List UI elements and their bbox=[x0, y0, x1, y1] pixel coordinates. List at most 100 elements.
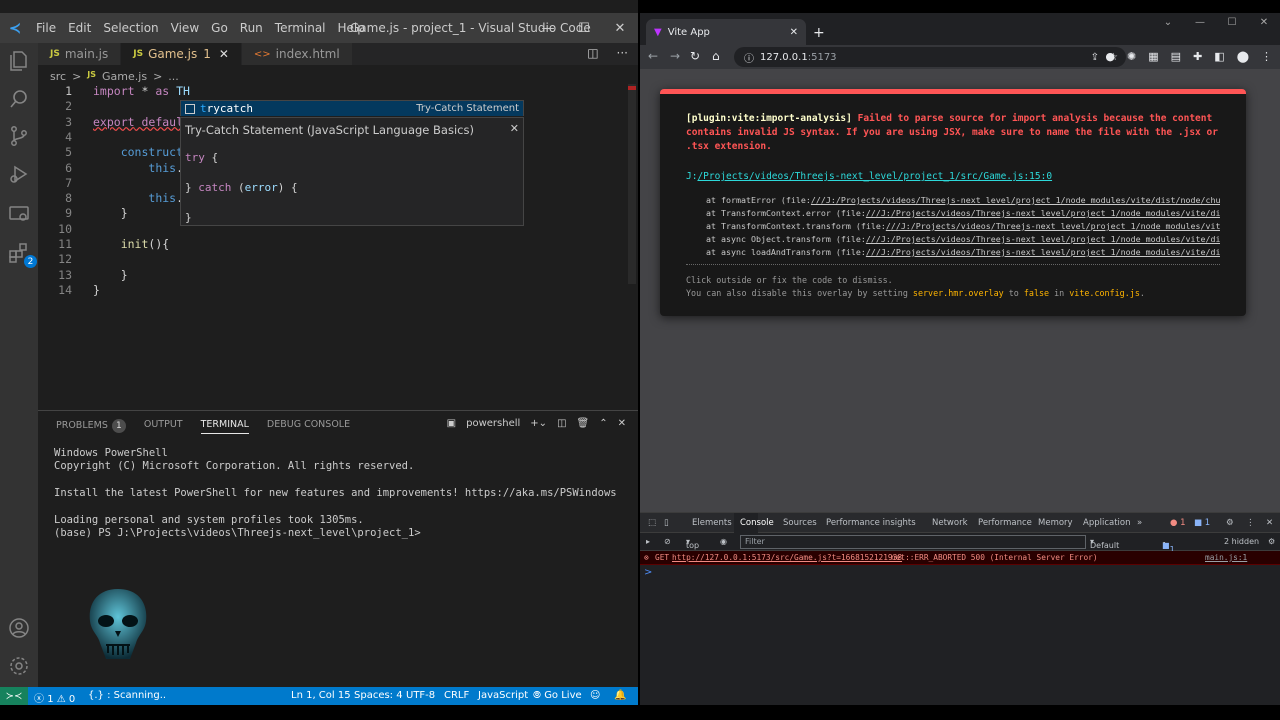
extensions-icon[interactable]: 2 bbox=[7, 241, 37, 268]
menu-run[interactable]: Run bbox=[234, 21, 269, 35]
stack-frame-link[interactable]: ///J:/Projects/videos/Threejs-next_level… bbox=[866, 208, 1220, 218]
context-selector[interactable]: top ▾ bbox=[686, 537, 699, 550]
page-viewport[interactable]: [plugin:vite:import-analysis] Failed to … bbox=[640, 69, 1280, 512]
go-live-button[interactable]: ⦾ Go Live bbox=[533, 690, 582, 701]
account-icon[interactable] bbox=[7, 616, 31, 640]
menu-view[interactable]: View bbox=[165, 21, 205, 35]
inspect-element-icon[interactable]: ⬚ bbox=[648, 518, 656, 528]
vite-error-overlay[interactable]: [plugin:vite:import-analysis] Failed to … bbox=[660, 89, 1246, 316]
close-panel-icon[interactable]: ✕ bbox=[618, 418, 626, 429]
breadcrumb-src[interactable]: src bbox=[50, 70, 66, 83]
extensions-puzzle-icon[interactable]: ✚ bbox=[1193, 50, 1202, 63]
terminal-shell-name[interactable]: powershell bbox=[466, 418, 520, 429]
tab-debug-console[interactable]: DEBUG CONSOLE bbox=[267, 419, 350, 434]
tab-console[interactable]: Console bbox=[734, 513, 774, 533]
tab-output[interactable]: OUTPUT bbox=[144, 419, 183, 434]
tab-problems[interactable]: PROBLEMS 1 bbox=[56, 419, 126, 434]
tab-performance-insights[interactable]: Performance insights bbox=[826, 518, 916, 528]
extension-icon[interactable]: ✺ bbox=[1127, 50, 1136, 63]
browser-tab[interactable]: ▼ Vite App ✕ bbox=[646, 19, 806, 45]
extension-icon[interactable]: ▦ bbox=[1148, 50, 1158, 63]
source-control-icon[interactable] bbox=[7, 124, 31, 148]
search-icon[interactable] bbox=[7, 87, 31, 111]
tab-network[interactable]: Network bbox=[932, 518, 968, 528]
breadcrumb-symbol[interactable]: ... bbox=[168, 70, 179, 83]
stack-frame-link[interactable]: ///J:/Projects/videos/Threejs-next_level… bbox=[866, 234, 1220, 244]
console-prompt[interactable]: > bbox=[644, 567, 652, 578]
more-actions-icon[interactable]: ··· bbox=[617, 46, 628, 60]
home-icon[interactable]: ⌂ bbox=[712, 49, 720, 63]
tab-terminal[interactable]: TERMINAL bbox=[200, 419, 249, 434]
minimize-button[interactable]: — bbox=[530, 13, 566, 43]
maximize-button[interactable]: ☐ bbox=[1216, 17, 1248, 28]
log-levels-dropdown[interactable]: Default levels ▾ bbox=[1090, 537, 1119, 559]
split-editor-icon[interactable]: ◫ bbox=[587, 46, 598, 60]
profile-avatar[interactable]: ⬤ bbox=[1237, 50, 1249, 63]
device-toolbar-icon[interactable]: ▯ bbox=[664, 518, 669, 528]
menu-edit[interactable]: Edit bbox=[62, 21, 97, 35]
tab-application[interactable]: Application bbox=[1083, 518, 1131, 528]
forward-icon[interactable]: → bbox=[670, 49, 680, 63]
stack-frame-link[interactable]: ///J:/Projects/videos/Threejs-next_level… bbox=[811, 195, 1220, 205]
feedback-icon[interactable]: ☺ bbox=[590, 690, 600, 701]
tab-sources[interactable]: Sources bbox=[783, 518, 817, 528]
share-icon[interactable]: ⇪ bbox=[1091, 52, 1099, 63]
extension-icon[interactable]: ● bbox=[1105, 50, 1115, 63]
minimize-button[interactable]: — bbox=[1184, 17, 1216, 28]
end-of-line[interactable]: CRLF bbox=[444, 690, 469, 701]
indentation[interactable]: Spaces: 4 bbox=[354, 690, 403, 701]
stack-frame-link[interactable]: ///J:/Projects/videos/Threejs-next_level… bbox=[886, 221, 1220, 231]
notifications-bell-icon[interactable]: 🔔 bbox=[614, 690, 626, 701]
suggestion-item[interactable]: trycatch Try-Catch Statement bbox=[181, 101, 523, 116]
breadcrumb-file[interactable]: Game.js bbox=[102, 70, 147, 83]
settings-gear-icon[interactable] bbox=[7, 654, 31, 678]
menu-selection[interactable]: Selection bbox=[97, 21, 164, 35]
close-tab-icon[interactable]: ✕ bbox=[790, 27, 798, 38]
more-tabs-button[interactable]: » bbox=[1137, 518, 1142, 528]
close-button[interactable]: ✕ bbox=[1248, 17, 1280, 28]
error-url-link[interactable]: http://127.0.0.1:5173/src/Game.js?t=1668… bbox=[672, 553, 902, 562]
run-debug-icon[interactable] bbox=[7, 162, 31, 186]
site-info-icon[interactable]: ⓘ bbox=[744, 50, 754, 65]
menu-dots-icon[interactable]: ⋮ bbox=[1261, 50, 1272, 63]
menu-go[interactable]: Go bbox=[205, 21, 234, 35]
remote-indicator-icon[interactable]: ≻≺ bbox=[0, 687, 28, 705]
tab-elements[interactable]: Elements bbox=[692, 518, 732, 528]
maximize-button[interactable]: ☐ bbox=[566, 13, 602, 43]
tab-main-js[interactable]: JS main.js bbox=[38, 43, 122, 65]
close-tab-icon[interactable]: ✕ bbox=[219, 47, 229, 61]
overview-ruler[interactable] bbox=[628, 84, 636, 284]
extension-icon[interactable]: ▤ bbox=[1171, 50, 1181, 63]
tab-game-js[interactable]: JS Game.js 1 ✕ bbox=[121, 43, 242, 65]
close-devtools-icon[interactable]: ✕ bbox=[1266, 518, 1273, 528]
error-source-link[interactable]: main.js:1 bbox=[1205, 553, 1247, 562]
tab-index-html[interactable]: <> index.html bbox=[241, 43, 353, 65]
kill-terminal-icon[interactable]: 🗑 bbox=[577, 418, 590, 429]
error-file-link[interactable]: /Projects/videos/Threejs-next_level/proj… bbox=[697, 171, 1052, 182]
devtools-menu-icon[interactable]: ⋮ bbox=[1246, 518, 1255, 528]
encoding[interactable]: UTF-8 bbox=[406, 690, 435, 701]
error-count-badge[interactable]: ● 1 bbox=[1170, 518, 1186, 528]
console-settings-icon[interactable]: ⚙ bbox=[1268, 537, 1275, 546]
remote-explorer-icon[interactable] bbox=[7, 202, 31, 226]
tab-performance[interactable]: Performance bbox=[978, 518, 1032, 528]
live-expression-eye-icon[interactable]: ◉ bbox=[720, 537, 727, 546]
back-icon[interactable]: ← bbox=[648, 49, 658, 63]
side-panel-icon[interactable]: ◧ bbox=[1214, 50, 1224, 63]
terminal-output[interactable]: Windows PowerShell Copyright (C) Microsof… bbox=[54, 447, 617, 541]
menu-terminal[interactable]: Terminal bbox=[269, 21, 332, 35]
address-bar[interactable]: ⓘ 127.0.0.1:5173 ⇪ ☆ bbox=[734, 47, 1126, 67]
sidebar-toggle-icon[interactable]: ▸ bbox=[646, 537, 650, 546]
stack-frame-link[interactable]: ///J:/Projects/videos/Threejs-next_level… bbox=[866, 247, 1220, 257]
language-mode[interactable]: JavaScript bbox=[478, 690, 528, 701]
reload-icon[interactable]: ↻ bbox=[690, 49, 700, 63]
maximize-panel-icon[interactable]: ⌃ bbox=[599, 418, 607, 429]
console-filter-input[interactable]: Filter bbox=[740, 535, 1086, 549]
problems-status[interactable]: ⓧ 1 ⚠ 0 bbox=[34, 690, 75, 705]
explorer-icon[interactable] bbox=[7, 49, 31, 73]
split-terminal-icon[interactable]: ◫ bbox=[557, 418, 566, 429]
cursor-position[interactable]: Ln 1, Col 15 bbox=[291, 690, 351, 701]
close-button[interactable]: ✕ bbox=[602, 13, 638, 43]
new-tab-button[interactable]: + bbox=[813, 25, 825, 41]
tab-search-icon[interactable]: ⌄ bbox=[1152, 17, 1184, 28]
